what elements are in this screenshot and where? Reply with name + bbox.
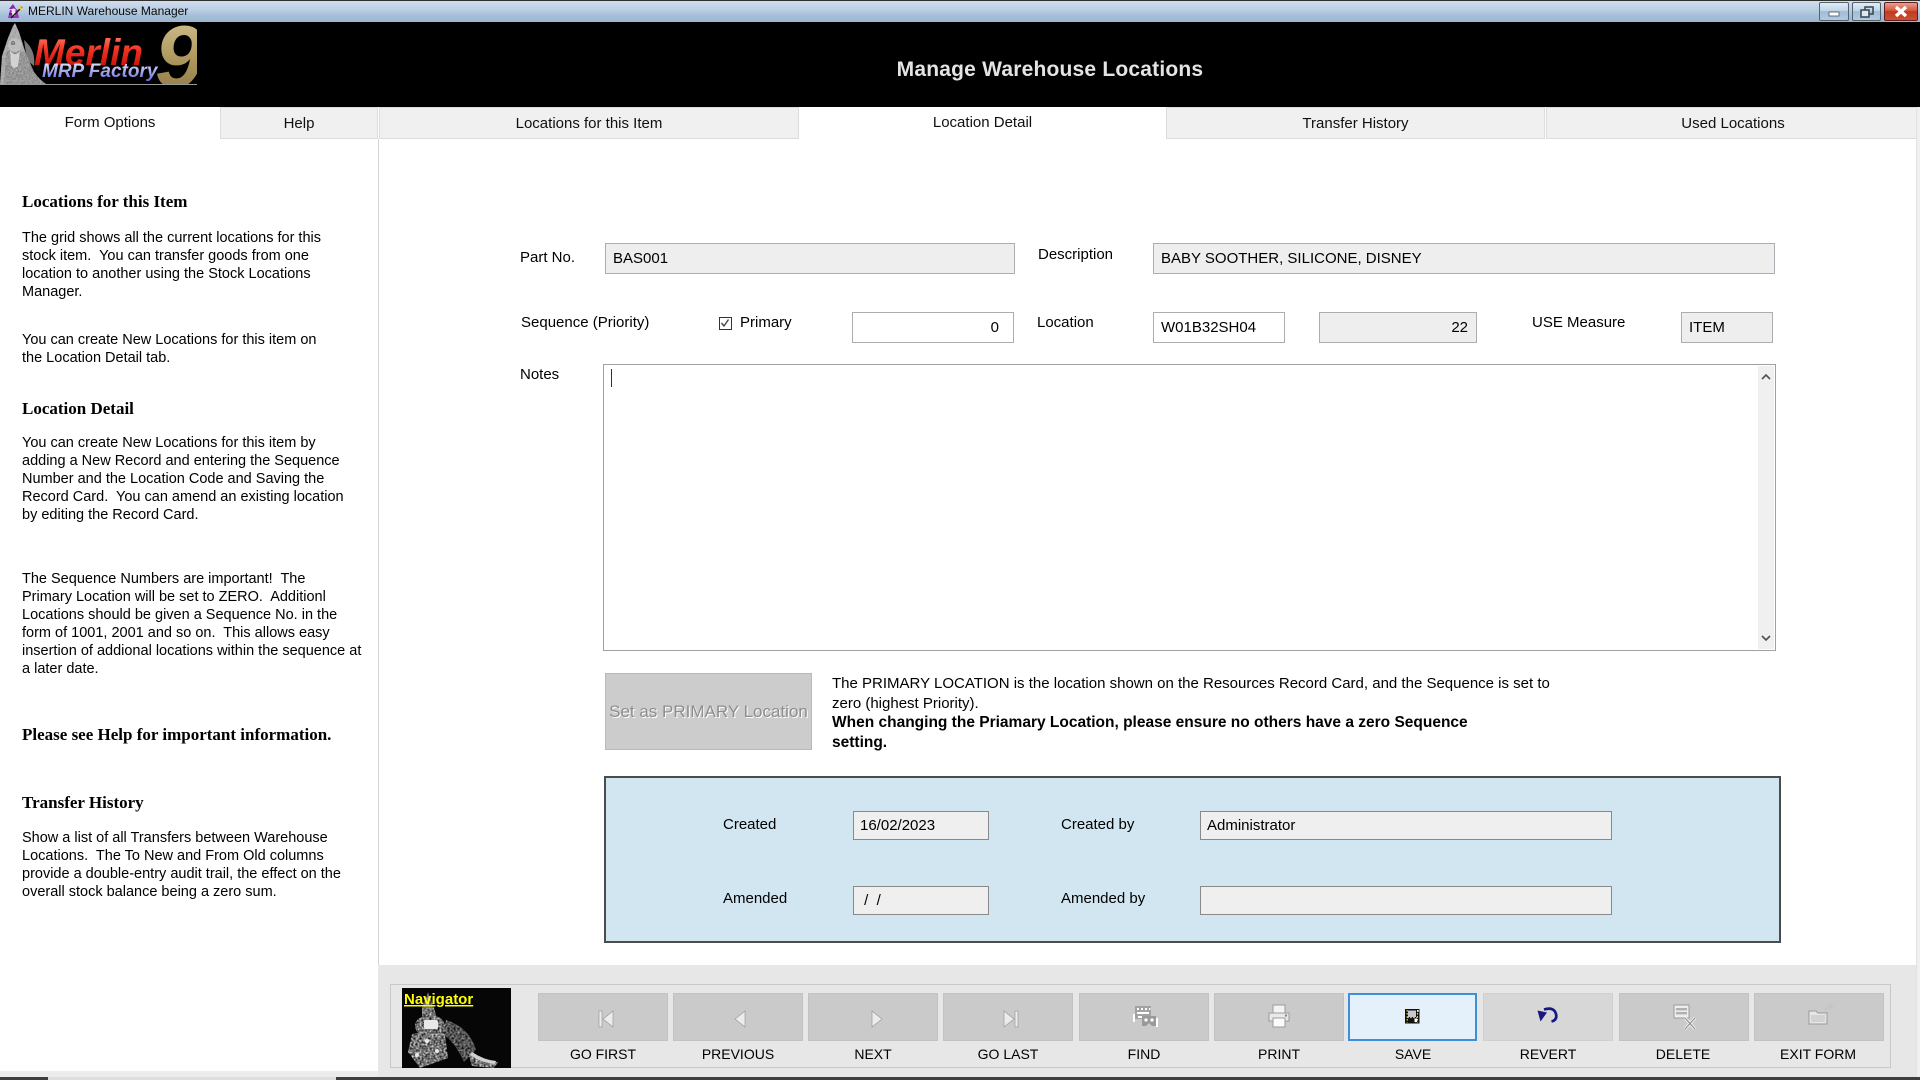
svg-text:9: 9 bbox=[155, 22, 197, 85]
svg-text:MRP Factory: MRP Factory bbox=[42, 61, 159, 82]
svg-text:Navigator: Navigator bbox=[404, 991, 473, 1008]
